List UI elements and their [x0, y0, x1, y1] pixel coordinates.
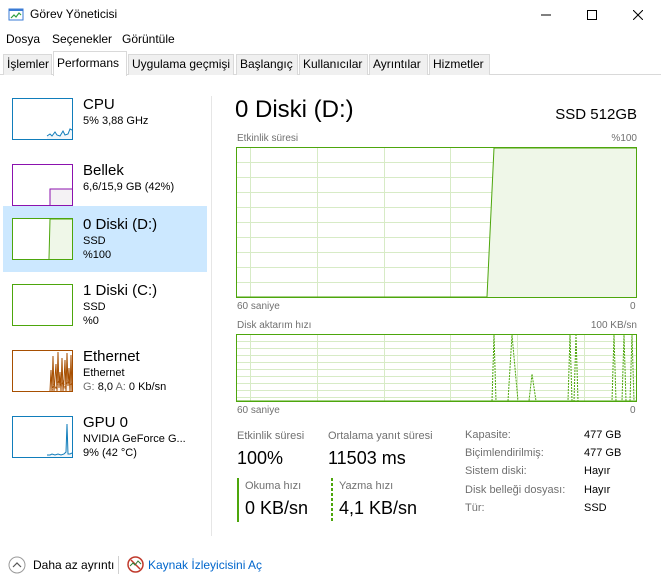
disk-1-thumbnail-graph	[12, 284, 73, 326]
pane-divider	[211, 96, 212, 536]
write-speed-marker	[331, 478, 333, 522]
memory-thumbnail-graph	[12, 164, 73, 206]
ethernet-name: Ethernet	[83, 348, 140, 365]
system-disk-value: Hayır	[584, 465, 611, 477]
transfer-graph-max: 100 KB/sn	[590, 320, 637, 331]
menu-view[interactable]: Görüntüle	[122, 32, 175, 46]
system-disk-label: Sistem diski:	[465, 465, 527, 477]
activity-graph	[236, 147, 637, 298]
ethernet-thumbnail-graph	[12, 350, 73, 392]
resource-item-ethernet[interactable]: Ethernet Ethernet G: 8,0 A: 0 Kb/sn	[3, 338, 207, 404]
resource-monitor-icon[interactable]	[127, 556, 144, 573]
window-title: Görev Yöneticisi	[30, 7, 118, 21]
read-speed-label: Okuma hızı	[245, 480, 302, 492]
tab-details[interactable]: Ayrıntılar	[369, 54, 428, 75]
chevron-up-circle-icon[interactable]	[8, 556, 26, 574]
activity-graph-min: 0	[630, 301, 636, 312]
capacity-label: Kapasite:	[465, 429, 511, 441]
transfer-graph	[236, 334, 637, 402]
page-file-value: Hayır	[584, 484, 611, 496]
read-speed-value: 0 KB/sn	[245, 498, 309, 518]
menu-file[interactable]: Dosya	[6, 32, 40, 46]
resource-list: CPU 5% 3,88 GHz Bellek 6,6/15,9 GB (42%)…	[0, 76, 211, 540]
page-file-label: Disk belleği dosyası:	[465, 484, 566, 496]
footer: Daha az ayrıntı Kaynak İzleyicisini Aç	[0, 546, 661, 588]
minimize-icon	[541, 14, 551, 16]
gpu-model: NVIDIA GeForce G...	[83, 433, 186, 445]
avg-response-value: 11503 ms	[328, 448, 406, 468]
fewer-details-link[interactable]: Daha az ayrıntı	[33, 558, 114, 572]
write-speed-label: Yazma hızı	[339, 480, 394, 492]
cpu-name: CPU	[83, 96, 115, 113]
open-resource-monitor-link[interactable]: Kaynak İzleyicisini Aç	[148, 558, 262, 572]
avg-response-label: Ortalama yanıt süresi	[328, 430, 433, 442]
gpu-thumbnail-graph	[12, 416, 73, 458]
ethernet-send-label: G:	[83, 381, 95, 393]
activity-graph-label: Etkinlik süresi	[237, 133, 299, 144]
transfer-graph-min: 0	[630, 405, 636, 416]
footer-divider	[118, 556, 119, 574]
cpu-usage: 5% 3,88 GHz	[83, 115, 149, 127]
tab-users[interactable]: Kullanıcılar	[299, 54, 368, 75]
tab-app-history[interactable]: Uygulama geçmişi	[128, 54, 234, 75]
task-manager-icon	[8, 8, 24, 21]
activity-graph-max: %100	[611, 133, 637, 144]
menu-options[interactable]: Seçenekler	[52, 32, 112, 46]
memory-name: Bellek	[83, 162, 124, 179]
disk-1-activity: %0	[83, 315, 99, 327]
title-bar: Görev Yöneticisi	[0, 0, 661, 30]
menu-bar: Dosya Seçenekler Görüntüle	[0, 30, 661, 50]
gpu-name: GPU 0	[83, 414, 129, 431]
activity-graph-time: 60 saniye	[237, 301, 280, 312]
ethernet-throughput: G: 8,0 A: 0 Kb/sn	[83, 381, 166, 393]
disk-0-activity: %100	[83, 249, 112, 261]
close-icon	[633, 10, 643, 20]
capacity-value: 477 GB	[584, 429, 622, 441]
ethernet-receive-label: A:	[115, 381, 126, 393]
cpu-thumbnail-graph	[12, 98, 73, 140]
maximize-icon	[587, 10, 597, 20]
disk-0-name: 0 Diski (D:)	[83, 216, 158, 233]
resource-item-disk-0[interactable]: 0 Diski (D:) SSD %100	[3, 206, 207, 272]
resource-item-gpu[interactable]: GPU 0 NVIDIA GeForce G... 9% (42 °C)	[3, 404, 207, 470]
disk-0-thumbnail-graph	[12, 218, 73, 260]
formatted-label: Biçimlendirilmiş:	[465, 447, 544, 459]
transfer-graph-label: Disk aktarım hızı	[237, 320, 312, 331]
ethernet-send-value: 8,0	[97, 381, 113, 393]
write-speed-value: 4,1 KB/sn	[339, 498, 418, 518]
tab-performance[interactable]: Performans	[53, 51, 127, 76]
activity-graph-fill	[487, 148, 636, 297]
detail-model: SSD 512GB	[555, 106, 637, 123]
tab-strip: İşlemler Performans Uygulama geçmişi Baş…	[0, 51, 661, 76]
disk-1-name: 1 Diski (C:)	[83, 282, 158, 299]
minimize-button[interactable]	[523, 0, 569, 30]
ethernet-receive-value: 0 Kb/sn	[128, 381, 167, 393]
resource-item-cpu[interactable]: CPU 5% 3,88 GHz	[3, 86, 207, 152]
resource-item-disk-1[interactable]: 1 Diski (C:) SSD %0	[3, 272, 207, 338]
tab-startup[interactable]: Başlangıç	[236, 54, 298, 75]
formatted-value: 477 GB	[584, 447, 622, 459]
tab-processes[interactable]: İşlemler	[3, 54, 52, 75]
activity-time-value: 100%	[237, 448, 284, 468]
maximize-button[interactable]	[569, 0, 615, 30]
type-value: SSD	[584, 502, 607, 514]
tab-services[interactable]: Hizmetler	[429, 54, 490, 75]
type-label: Tür:	[465, 502, 485, 514]
gpu-usage: 9% (42 °C)	[83, 447, 137, 459]
close-button[interactable]	[615, 0, 661, 30]
activity-time-label: Etkinlik süresi	[237, 430, 305, 442]
memory-usage: 6,6/15,9 GB (42%)	[83, 181, 175, 193]
read-speed-marker	[237, 478, 239, 522]
ethernet-adapter: Ethernet	[83, 367, 125, 379]
disk-1-type: SSD	[83, 301, 106, 313]
transfer-graph-time: 60 saniye	[237, 405, 280, 416]
disk-0-type: SSD	[83, 235, 106, 247]
detail-title: 0 Diski (D:)	[235, 96, 354, 123]
